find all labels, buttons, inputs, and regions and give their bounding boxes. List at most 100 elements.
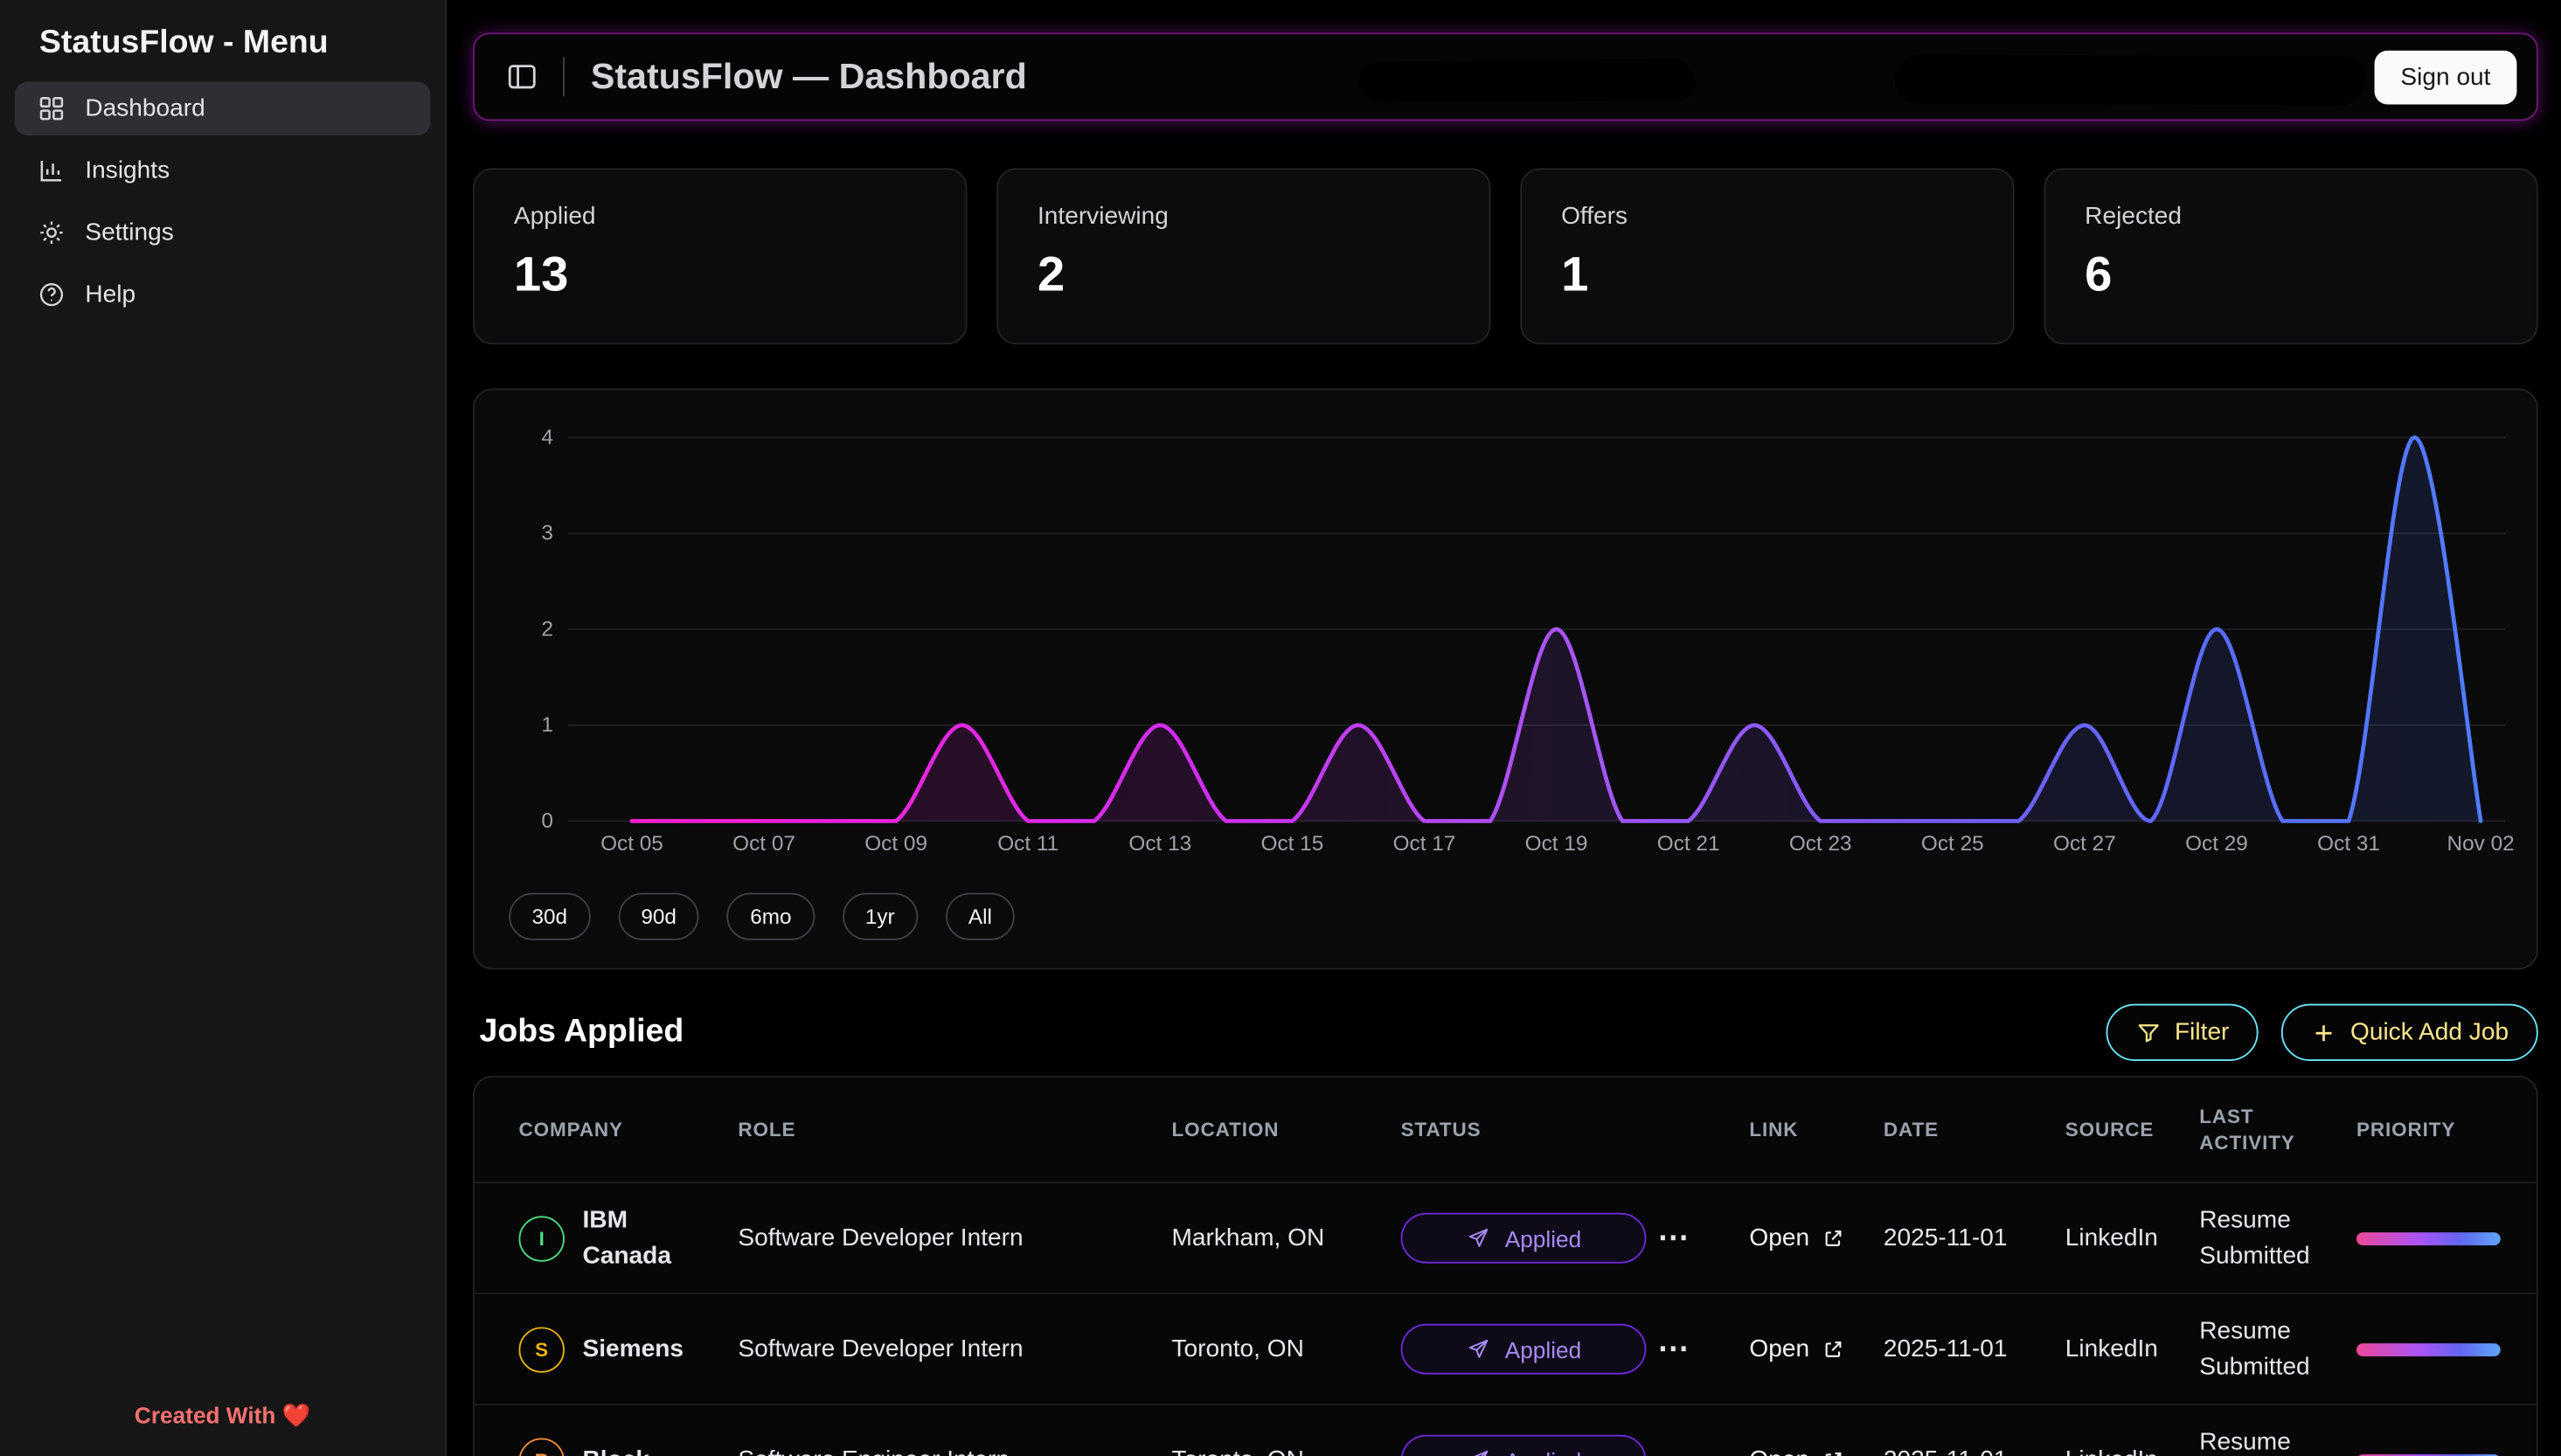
stat-card-offers: Offers 1 [1520,168,2014,344]
sidebar-toggle-button[interactable] [494,49,550,105]
stat-cards: Applied 13 Interviewing 2 Offers 1 Rejected 6 [473,168,2538,344]
priority-bar [2356,1342,2501,1355]
quick-add-job-button[interactable]: Quick Add Job [2281,1004,2537,1061]
app-root: StatusFlow - Menu DashboardInsightsSetti… [0,0,2561,1456]
main-content: StatusFlow — Dashboard Sign out Applied 1… [447,0,2561,1456]
range-button-1yr[interactable]: 1yr [843,893,918,940]
sign-out-button[interactable]: Sign out [2374,50,2516,104]
redacted-scribble [1358,59,1696,103]
filter-button[interactable]: Filter [2106,1004,2259,1061]
column-header-date: DATE [1884,1116,2065,1142]
panel-toggle-icon [506,60,538,93]
range-button-all[interactable]: All [946,893,1015,940]
screen: StatusFlow - Menu DashboardInsightsSetti… [0,0,2561,1456]
sidebar-item-label: Help [85,281,135,309]
svg-text:Oct 09: Oct 09 [864,832,927,856]
stat-value: 2 [1038,248,1450,304]
svg-text:4: 4 [541,426,553,449]
svg-text:Oct 27: Oct 27 [2053,832,2116,856]
location-cell: Toronto, ON [1171,1335,1400,1363]
svg-text:Oct 19: Oct 19 [1525,832,1588,856]
stat-value: 13 [514,248,927,304]
column-header-location: LOCATION [1171,1116,1400,1142]
open-link[interactable]: Open [1749,1224,1843,1252]
location-cell: Toronto, ON [1171,1446,1400,1456]
company-cell: SSiemens [518,1327,738,1372]
location-cell: Markham, ON [1171,1224,1400,1252]
sidebar-item-label: Dashboard [85,94,205,122]
table-row: BBlockSoftware Engineer InternToronto, O… [475,1404,2537,1456]
source-cell: LinkedIn [2065,1335,2200,1363]
svg-text:Oct 13: Oct 13 [1128,832,1191,856]
last-activity-cell: Resume Submitted [2199,1314,2330,1384]
svg-text:2: 2 [541,618,553,641]
status-badge[interactable]: Applied [1401,1435,1647,1456]
column-header-role: ROLE [738,1116,1171,1142]
column-header-priority: PRIORITY [2356,1116,2503,1142]
send-plane-icon [1466,1226,1490,1251]
range-button-30d[interactable]: 30d [509,893,590,940]
status-cell: Applied [1401,1213,1658,1264]
table-row: SSiemensSoftware Developer InternToronto… [475,1293,2537,1404]
status-badge[interactable]: Applied [1401,1324,1647,1375]
filter-button-label: Filter [2175,1018,2229,1046]
svg-text:Nov 02: Nov 02 [2447,832,2515,856]
sidebar-item-insights[interactable]: Insights [15,143,431,198]
range-button-90d[interactable]: 90d [618,893,699,940]
page-title: StatusFlow — Dashboard [591,56,1027,99]
row-menu-button[interactable]: ⋯ [1658,1219,1690,1257]
open-link-label: Open [1749,1335,1809,1363]
sidebar-item-dashboard[interactable]: Dashboard [15,81,431,135]
jobs-table-panel: COMPANYROLELOCATIONSTATUSLINKDATESOURCEL… [473,1076,2538,1456]
sidebar-item-label: Insights [85,156,170,184]
svg-text:1: 1 [541,713,553,737]
last-activity-cell: Resume Submitted [2199,1425,2330,1456]
row-menu-button[interactable]: ⋯ [1658,1330,1690,1368]
sidebar-item-help[interactable]: Help [15,267,431,322]
sidebar: StatusFlow - Menu DashboardInsightsSetti… [0,0,447,1456]
stat-card-applied: Applied 13 [473,168,967,344]
company-logo-badge: S [518,1327,564,1372]
open-link[interactable]: Open [1749,1335,1843,1363]
svg-text:Oct 05: Oct 05 [600,832,663,856]
table-header-row: COMPANYROLELOCATIONSTATUSLINKDATESOURCEL… [475,1078,2537,1182]
external-link-icon [1821,1227,1843,1250]
redacted-scribble [1895,54,2367,107]
table-body: IIBM CanadaSoftware Developer InternMark… [475,1182,2537,1456]
row-menu-button[interactable]: ⋯ [1658,1441,1690,1456]
status-badge[interactable]: Applied [1401,1213,1647,1264]
priority-cell [2356,1342,2503,1355]
svg-text:Oct 21: Oct 21 [1657,832,1720,856]
stat-label: Applied [514,203,927,231]
priority-bar [2356,1231,2501,1245]
svg-text:Oct 23: Oct 23 [1789,832,1852,856]
stat-card-interviewing: Interviewing 2 [996,168,1490,344]
link-cell-wrap: Open [1749,1335,1884,1363]
column-header-last-activity: LAST ACTIVITY [2199,1103,2356,1155]
open-link-label: Open [1749,1446,1809,1456]
open-link[interactable]: Open [1749,1446,1843,1456]
column-header-status: STATUS [1401,1116,1658,1142]
external-link-icon [1821,1338,1843,1361]
sidebar-footer: Created With ❤️ [0,1379,445,1456]
header-divider [563,57,565,96]
date-cell: 2025-11-01 [1884,1446,2065,1456]
date-cell: 2025-11-01 [1884,1224,2065,1252]
column-header-source: SOURCE [2065,1116,2200,1142]
svg-text:0: 0 [541,809,553,833]
stat-label: Offers [1561,203,1974,231]
stat-value: 1 [1561,248,1974,304]
sidebar-item-settings[interactable]: Settings [15,205,431,260]
svg-text:3: 3 [541,522,553,545]
company-logo-badge: B [518,1438,564,1456]
range-button-6mo[interactable]: 6mo [727,893,815,940]
column-header-company: COMPANY [518,1116,738,1142]
open-link-label: Open [1749,1224,1809,1252]
company-name: IBM Canada [583,1203,698,1273]
role-cell: Software Engineer Intern [738,1446,1171,1456]
stat-label: Rejected [2085,203,2497,231]
quick-add-job-label: Quick Add Job [2350,1018,2509,1046]
help-circle-icon [38,281,66,309]
stat-value: 6 [2085,248,2497,304]
stat-label: Interviewing [1038,203,1450,231]
